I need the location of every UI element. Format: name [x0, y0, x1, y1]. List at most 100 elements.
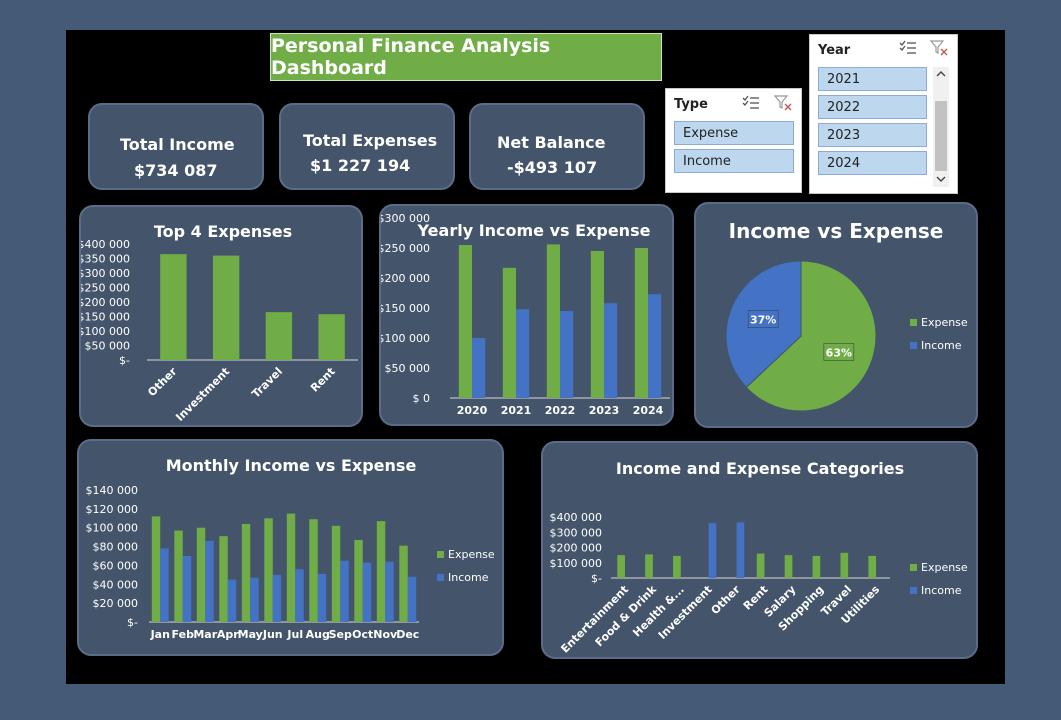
bar-expense-shopping	[812, 555, 821, 578]
y-tick-label: $300 000	[81, 267, 130, 280]
scroll-down-icon[interactable]	[936, 175, 946, 183]
scrollbar-thumb[interactable]	[935, 101, 947, 171]
slicer-item-2022[interactable]: 2022	[818, 95, 927, 119]
bar-income-investment	[708, 523, 717, 578]
yearly-income-expense-chart: Yearly Income vs Expense$300 000 $250 000…	[381, 212, 670, 417]
x-tick-label: Jan	[150, 628, 170, 641]
bar-expense-2024	[634, 248, 648, 398]
bar-expense-utilities	[868, 555, 877, 578]
chart-title: Monthly Income vs Expense	[166, 456, 417, 475]
y-tick-label: $100 000	[381, 332, 430, 345]
bar-expense-oct	[354, 539, 363, 622]
x-tick-label: 2024	[633, 404, 664, 417]
pie-data-label: 37%	[750, 314, 776, 327]
slicer-item-income[interactable]: Income	[674, 149, 794, 173]
x-tick-label: 2021	[501, 404, 532, 417]
x-tick-label: Feb	[172, 628, 195, 641]
bar-expense-may	[241, 523, 251, 622]
slicer-item-2024[interactable]: 2024	[818, 151, 927, 175]
pie-data-label: 63%	[826, 346, 852, 359]
legend-label-income: Income	[921, 339, 962, 352]
x-tick-label: Other	[145, 365, 180, 400]
x-tick-label: Sep	[329, 628, 352, 641]
bar-expense-aug	[309, 519, 318, 622]
top4-expenses-card: Top 4 Expenses $400 000 $350 000 $300 000 $2…	[79, 205, 363, 427]
y-tick-label: $-	[119, 354, 130, 367]
clear-filter-icon[interactable]	[774, 95, 792, 111]
multi-select-icon[interactable]	[899, 40, 917, 56]
kpi-income-value: $734 087	[134, 161, 218, 180]
legend-swatch-expense	[910, 564, 917, 571]
bar-expense-travel	[840, 552, 849, 578]
x-tick-label: 2023	[589, 404, 620, 417]
y-tick-label: $80 000	[93, 541, 139, 554]
y-tick-label: $200 000	[550, 542, 603, 555]
bar-income-jun	[272, 574, 282, 622]
income-expense-categories-chart: Income and Expense Categories $400 000 $30…	[550, 459, 968, 656]
bar-expense-2023	[590, 251, 604, 398]
y-tick-label: $ 0	[413, 392, 431, 405]
legend-swatch-income	[910, 587, 917, 594]
bar-income-2021	[516, 309, 530, 398]
bar-income-2023	[604, 303, 618, 398]
y-tick-label: $-	[127, 616, 138, 629]
bar-income-sep	[340, 560, 349, 622]
y-tick-label: $150 000	[81, 311, 130, 324]
monthly-income-expense-chart: Monthly Income vs Expense $140 000 $120 00…	[86, 456, 495, 641]
y-tick-label: $100 000	[86, 522, 139, 535]
legend-swatch-income	[437, 574, 444, 581]
monthly-chart-card: Monthly Income vs Expense $140 000 $120 00…	[77, 439, 504, 656]
bar-expense-entertainment	[617, 555, 625, 578]
y-tick-label: $400 000	[550, 511, 603, 524]
y-tick-label: $300 000	[381, 212, 430, 225]
y-tick-label: $-	[591, 572, 602, 585]
bar-expense-sep	[331, 525, 341, 622]
bar-expense-2022	[546, 244, 560, 398]
x-tick-label: May	[238, 628, 263, 641]
y-tick-label: $120 000	[86, 503, 139, 516]
chart-title: Top 4 Expenses	[154, 222, 292, 241]
bar-expense-salary	[784, 555, 793, 578]
type-slicer-header: Type	[674, 97, 708, 112]
legend-label-expense: Expense	[448, 548, 495, 561]
slicer-scrollbar[interactable]	[933, 67, 949, 187]
kpi-card-expenses: Total Expenses $1 227 194	[279, 103, 455, 190]
y-tick-label: $250 000	[81, 282, 130, 295]
bar-expense-mar	[196, 527, 206, 622]
legend-label-expense: Expense	[921, 316, 968, 329]
bar-expense-travel	[265, 312, 293, 360]
bar-income-may	[250, 577, 259, 622]
bar-income-mar	[205, 540, 214, 622]
x-tick-label: Oct	[352, 628, 373, 641]
bar-income-dec	[407, 576, 417, 622]
slicer-item-expense[interactable]: Expense	[674, 121, 794, 145]
legend-label-income: Income	[921, 584, 962, 597]
y-tick-label: $100 000	[81, 325, 130, 338]
x-tick-label: Jul	[286, 628, 303, 641]
kpi-expenses-label: Total Expenses	[303, 131, 438, 150]
clear-filter-icon[interactable]	[930, 40, 948, 56]
y-tick-label: $150 000	[381, 302, 430, 315]
bar-expense-jun	[264, 518, 273, 622]
bar-income-jul	[295, 569, 304, 622]
y-tick-label: $100 000	[550, 557, 603, 570]
x-tick-label: Aug	[306, 628, 330, 641]
bar-expense-2020	[458, 245, 472, 398]
slicer-item-2023[interactable]: 2023	[818, 123, 927, 147]
multi-select-icon[interactable]	[742, 95, 760, 111]
legend-swatch-income	[910, 342, 917, 349]
bar-income-nov	[385, 561, 394, 622]
scroll-up-icon[interactable]	[936, 70, 946, 78]
x-tick-label: Apr	[217, 628, 239, 641]
y-tick-label: $200 000	[381, 272, 430, 285]
x-tick-label: Rent	[308, 365, 338, 395]
bar-income-apr	[227, 579, 237, 622]
bar-income-other	[736, 522, 745, 578]
slicer-item-2021[interactable]: 2021	[818, 67, 927, 91]
legend-swatch-expense	[910, 319, 917, 326]
dashboard-title: Personal Finance Analysis Dashboard	[270, 33, 662, 81]
kpi-card-net: Net Balance -$493 107	[469, 103, 645, 190]
chart-title: Income vs Expense	[729, 219, 944, 243]
bar-income-2024	[648, 294, 662, 398]
bar-expense-other	[160, 254, 187, 360]
